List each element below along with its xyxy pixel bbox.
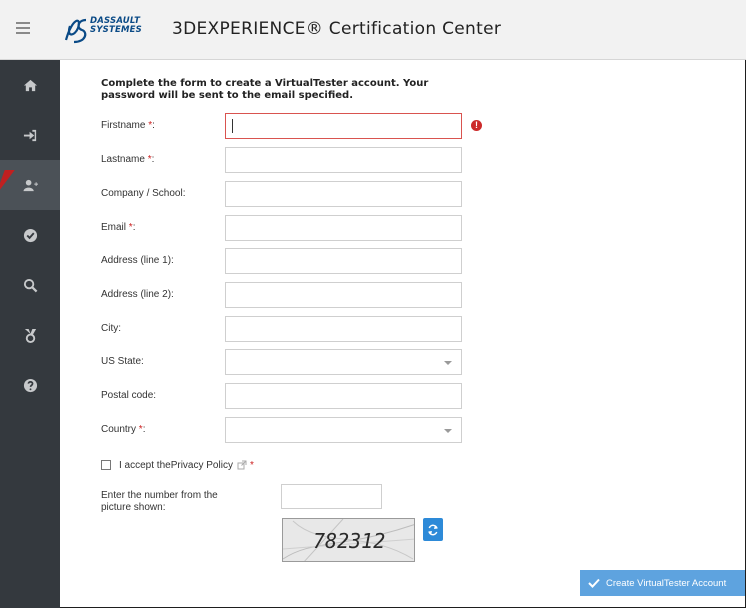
- certificate-icon: [24, 328, 36, 343]
- chevron-down-icon: [444, 361, 452, 365]
- check-icon: [588, 578, 600, 588]
- privacy-policy-link[interactable]: Privacy Policy: [171, 460, 233, 471]
- sidebar: [0, 60, 60, 608]
- check-circle-icon: [23, 228, 37, 242]
- chevron-down-icon: [444, 429, 452, 433]
- address2-label: Address (line 2):: [101, 289, 174, 300]
- country-row: Country *:: [101, 417, 501, 443]
- required-mark: *: [249, 459, 254, 471]
- sidebar-item-help[interactable]: [0, 360, 60, 410]
- firstname-row: Firstname *: !: [101, 113, 501, 139]
- email-field[interactable]: [225, 215, 462, 241]
- sidebar-item-certifications[interactable]: [0, 210, 60, 260]
- city-row: City:: [101, 316, 501, 342]
- external-link-icon: [237, 460, 247, 470]
- company-field[interactable]: [225, 181, 462, 207]
- captcha-image: 782312: [282, 518, 415, 562]
- lastname-row: Lastname *:: [101, 147, 501, 173]
- firstname-label: Firstname *:: [101, 120, 155, 131]
- search-icon: [23, 278, 37, 292]
- refresh-icon: [428, 524, 438, 535]
- text-caret: [232, 119, 233, 133]
- brand-text: DASSAULT SYSTEMES: [90, 17, 142, 35]
- help-icon: [23, 378, 37, 392]
- app-header: DASSAULT SYSTEMES 3DEXPERIENCE® Certific…: [0, 0, 746, 60]
- captcha-refresh-button[interactable]: [423, 518, 443, 541]
- address1-row: Address (line 1):: [101, 248, 501, 274]
- address1-label: Address (line 1):: [101, 255, 174, 266]
- postal-code-field[interactable]: [225, 383, 462, 409]
- address1-field[interactable]: [225, 248, 462, 274]
- sign-in-icon: [23, 129, 36, 141]
- email-label: Email *:: [101, 222, 136, 233]
- create-account-label: Create VirtualTester Account: [606, 577, 727, 589]
- company-row: Company / School:: [101, 181, 501, 207]
- captcha-input[interactable]: [281, 484, 382, 509]
- sidebar-item-search[interactable]: [0, 260, 60, 310]
- sidebar-item-badges[interactable]: [0, 310, 60, 360]
- firstname-field[interactable]: [225, 113, 462, 139]
- privacy-checkbox[interactable]: [101, 460, 111, 470]
- company-label: Company / School:: [101, 188, 186, 199]
- privacy-text: I accept the: [119, 459, 171, 471]
- add-user-icon: [22, 179, 38, 191]
- create-account-button[interactable]: Create VirtualTester Account: [580, 570, 745, 596]
- lastname-label: Lastname *:: [101, 154, 155, 165]
- country-select[interactable]: [225, 417, 462, 443]
- postal-code-row: Postal code:: [101, 383, 501, 409]
- menu-icon[interactable]: [16, 22, 30, 34]
- address2-row: Address (line 2):: [101, 282, 501, 308]
- us-state-label: US State:: [101, 356, 144, 367]
- form-intro: Complete the form to create a VirtualTes…: [101, 78, 429, 101]
- privacy-row: I accept the Privacy Policy *: [101, 458, 254, 472]
- home-icon: [23, 79, 37, 91]
- page-title: 3DEXPERIENCE® Certification Center: [172, 19, 502, 39]
- captcha-text: 782312: [313, 529, 386, 553]
- us-state-row: US State:: [101, 349, 501, 375]
- lastname-field[interactable]: [225, 147, 462, 173]
- postal-code-label: Postal code:: [101, 390, 157, 401]
- error-icon: !: [471, 120, 482, 131]
- sidebar-item-sign-in[interactable]: [0, 110, 60, 160]
- us-state-select[interactable]: [225, 349, 462, 375]
- city-field[interactable]: [225, 316, 462, 342]
- city-label: City:: [101, 323, 121, 334]
- country-label: Country *:: [101, 424, 146, 435]
- sidebar-item-home[interactable]: [0, 60, 60, 110]
- address2-field[interactable]: [225, 282, 462, 308]
- brand-line-2: SYSTEMES: [90, 25, 142, 35]
- email-row: Email *:: [101, 215, 501, 241]
- captcha-label: Enter the number from the picture shown:: [101, 490, 218, 513]
